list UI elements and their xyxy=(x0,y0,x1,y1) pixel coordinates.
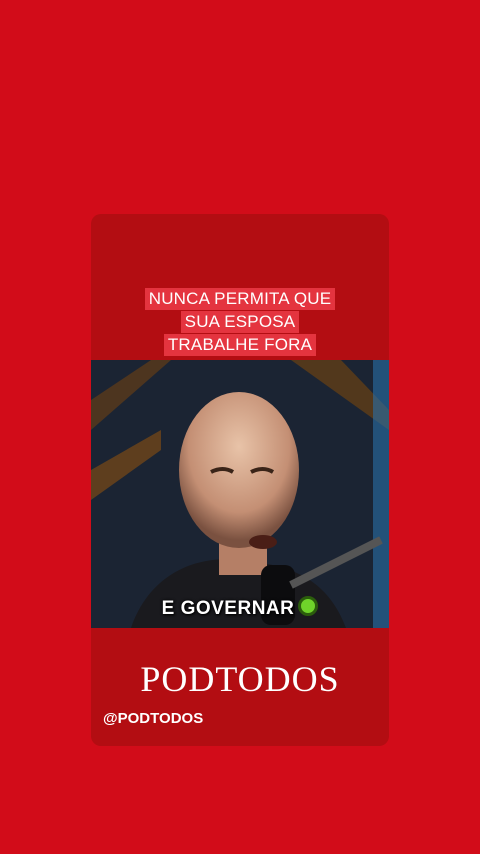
headline: NUNCA PERMITA QUE SUA ESPOSA TRABALHE FO… xyxy=(91,288,389,356)
brand-logo: PODTODOS xyxy=(140,659,340,699)
caption-dot-icon xyxy=(298,596,319,616)
post-card: NUNCA PERMITA QUE SUA ESPOSA TRABALHE FO… xyxy=(91,214,389,746)
video-scene xyxy=(91,360,389,628)
head xyxy=(179,392,299,548)
mouth xyxy=(249,535,277,549)
headline-line-3: TRABALHE FORA xyxy=(163,334,317,356)
account-handle[interactable]: @PODTODOS xyxy=(103,710,203,727)
video-caption: E GOVERNAR xyxy=(91,596,389,620)
headline-line-1: NUNCA PERMITA QUE xyxy=(144,288,336,310)
side-light xyxy=(373,360,389,628)
caption-text: E GOVERNAR xyxy=(161,598,295,619)
video-frame[interactable]: E GOVERNAR xyxy=(91,360,389,628)
headline-line-2: SUA ESPOSA xyxy=(180,311,300,333)
